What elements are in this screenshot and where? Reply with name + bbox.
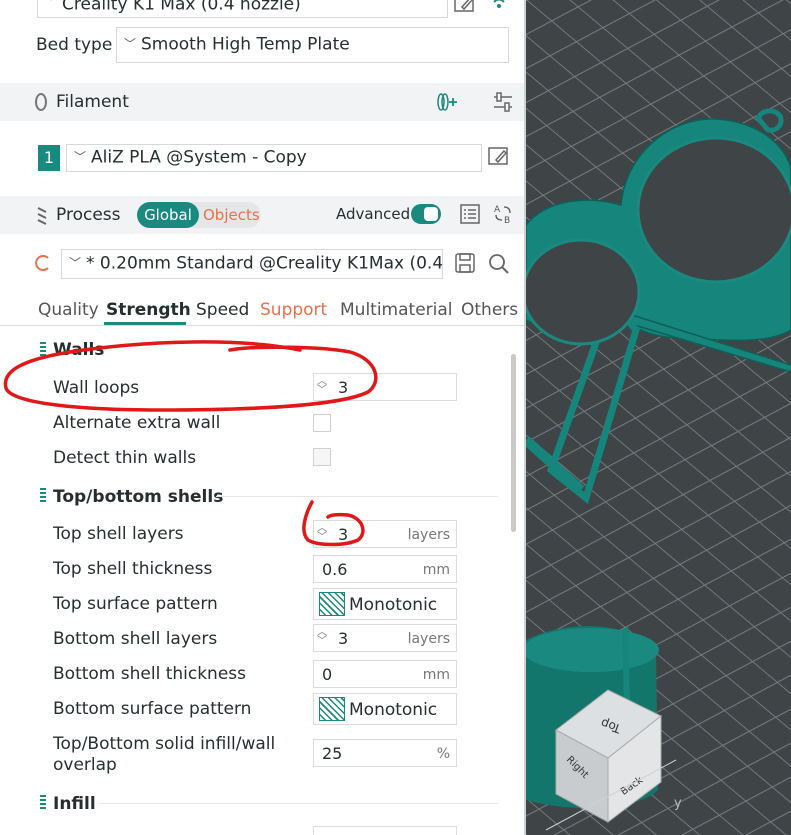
ring-hole-right: [636, 136, 791, 284]
view-cube-axis-y: y: [674, 796, 682, 811]
ring-hole-left: [526, 238, 641, 346]
annotation-overlay: [3, 340, 378, 547]
red-circle-wall-loops: [3, 340, 378, 412]
settings-panel: ﹀ Creality K1 Max (0.4 nozzle) Bed type …: [0, 0, 526, 835]
3d-viewport[interactable]: Top Right Back y: [526, 0, 791, 835]
red-circle-top-shell-layers: [302, 500, 365, 547]
viewport-canvas: Top Right Back y: [526, 0, 791, 835]
